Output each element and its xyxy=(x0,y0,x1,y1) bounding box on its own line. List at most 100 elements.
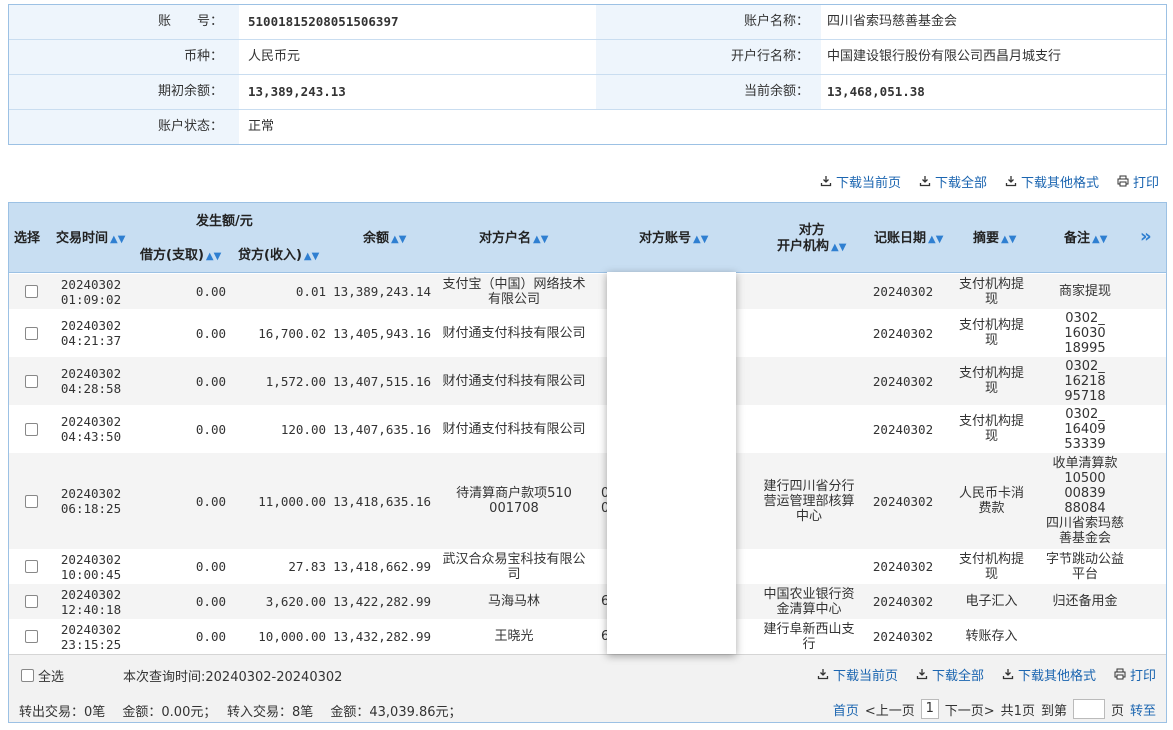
row-summary-text: 支付机构提现 xyxy=(958,276,1024,307)
currency-value: 人民币元 xyxy=(248,49,301,64)
row-cp-bank xyxy=(763,405,855,453)
row-time-text: 20240302 06:18:25 xyxy=(60,486,122,516)
row-credit: 120.00 xyxy=(234,405,326,453)
row-balance: 13,422,282.99 xyxy=(333,584,431,619)
row-debit-text: 0.00 xyxy=(195,325,226,341)
current-page[interactable]: 1 xyxy=(920,699,939,719)
row-select-cell xyxy=(23,357,39,405)
header-credit[interactable]: 贷方(收入) ▲▼ xyxy=(238,248,319,265)
row-note-text: 字节跳动公益平台 xyxy=(1045,551,1124,582)
print-link[interactable]: 打印 xyxy=(1117,172,1159,191)
print-link[interactable]: 打印 xyxy=(1114,665,1156,684)
row-time-text: 20240302 04:43:50 xyxy=(60,414,122,444)
select-all-checkbox[interactable]: 全选 xyxy=(21,666,64,685)
download-page-link[interactable]: 下载当前页 xyxy=(820,172,901,191)
row-balance-text: 13,407,515.16 xyxy=(333,373,431,389)
row-post-date-text: 20240302 xyxy=(872,629,934,644)
row-post-date-text: 20240302 xyxy=(872,373,934,389)
row-cp-name: 马海马林 xyxy=(439,584,589,619)
download-other-link[interactable]: 下载其他格式 xyxy=(1005,172,1099,191)
row-note-text: 0302_ 16409 53339 xyxy=(1064,406,1106,452)
header-summary[interactable]: 摘要 ▲▼ xyxy=(973,231,1016,248)
header-balance[interactable]: 余额 ▲▼ xyxy=(363,231,406,248)
row-note: 归还备用金 xyxy=(1045,584,1125,619)
header-debit[interactable]: 借方(支取) ▲▼ xyxy=(140,248,221,265)
row-debit-text: 0.00 xyxy=(195,559,226,574)
account-name-value: 四川省索玛慈善基金会 xyxy=(827,14,958,29)
account-no-value: 51001815208051506397 xyxy=(248,14,399,29)
row-debit-text: 0.00 xyxy=(195,373,226,389)
row-cp-name: 财付通支付科技有限公司 xyxy=(439,357,589,405)
row-summary-text: 支付机构提现 xyxy=(958,318,1024,348)
row-post-date: 20240302 xyxy=(867,584,939,619)
row-credit: 0.01 xyxy=(234,274,326,309)
row-cp-bank-text: 建行阜新西山支行 xyxy=(763,621,855,652)
row-time-text: 20240302 23:15:25 xyxy=(60,621,122,652)
row-summary: 支付机构提现 xyxy=(954,405,1029,453)
download-all-link[interactable]: 下载全部 xyxy=(919,172,987,191)
row-debit-text: 0.00 xyxy=(195,421,226,437)
current-balance-value: 13,468,051.38 xyxy=(827,84,925,99)
row-cp-bank xyxy=(763,357,855,405)
row-debit: 0.00 xyxy=(139,405,226,453)
header-cp-account[interactable]: 对方账号 ▲▼ xyxy=(639,231,708,248)
transaction-summary: 转出交易：0笔 金额：0.00元； 转入交易：8笔 金额：43,039.86元； xyxy=(19,705,462,720)
row-time: 20240302 12:40:18 xyxy=(49,584,133,619)
row-credit: 16,700.02 xyxy=(234,309,326,357)
row-balance-text: 13,418,662.99 xyxy=(333,559,431,574)
row-time: 20240302 04:28:58 xyxy=(49,357,133,405)
row-cp-bank: 建行阜新西山支行 xyxy=(763,619,855,654)
row-checkbox[interactable] xyxy=(24,595,38,608)
row-checkbox[interactable] xyxy=(24,422,38,436)
header-post-date[interactable]: 记账日期 ▲▼ xyxy=(874,231,943,248)
prev-page-link[interactable]: <上一页 xyxy=(865,700,915,719)
row-summary: 支付机构提现 xyxy=(954,549,1029,584)
row-debit: 0.00 xyxy=(139,309,226,357)
row-cp-name: 武汉合众易宝科技有限公司 xyxy=(439,549,589,584)
first-page-link[interactable]: 首页 xyxy=(833,700,859,719)
download-all-link[interactable]: 下载全部 xyxy=(916,665,984,684)
goto-label: 到第 xyxy=(1040,703,1067,719)
header-cp-name[interactable]: 对方户名 ▲▼ xyxy=(479,231,548,248)
download-other-link[interactable]: 下载其他格式 xyxy=(1002,665,1096,684)
checkbox[interactable] xyxy=(21,669,34,682)
table-row: 20240302 01:09:02 0.00 0.01 13,389,243.14 支付… xyxy=(9,274,1166,309)
row-balance-text: 13,432,282.99 xyxy=(333,629,431,644)
status-value: 正常 xyxy=(248,119,275,134)
row-checkbox[interactable] xyxy=(24,630,38,643)
row-note-text: 0302_ 16030 18995 xyxy=(1064,310,1106,356)
table-row: 20240302 12:40:18 0.00 3,620.00 13,422,282.… xyxy=(9,584,1166,619)
row-checkbox[interactable] xyxy=(24,560,38,573)
row-checkbox[interactable] xyxy=(24,326,38,340)
row-post-date-text: 20240302 xyxy=(872,559,934,574)
download-page-link[interactable]: 下载当前页 xyxy=(817,665,898,684)
row-checkbox[interactable] xyxy=(24,374,38,388)
header-note[interactable]: 备注 ▲▼ xyxy=(1064,231,1107,248)
row-checkbox[interactable] xyxy=(24,494,38,508)
row-cp-name-text: 财付通支付科技有限公司 xyxy=(442,421,586,437)
row-cp-name: 支付宝（中国）网络技术有限公司 xyxy=(439,274,589,309)
info-row-account: 账 号： 51001815208051506397 账户名称： 四川省索玛慈善基… xyxy=(9,5,1166,40)
row-checkbox[interactable] xyxy=(24,285,38,298)
row-post-date-text: 20240302 xyxy=(872,594,934,609)
row-post-date-text: 20240302 xyxy=(872,493,934,509)
sort-icon: ▲▼ xyxy=(693,234,709,245)
row-cp-bank-text: 建行四川省分行营运管理部核算中心 xyxy=(763,478,855,524)
row-debit: 0.00 xyxy=(139,549,226,584)
sort-icon: ▲▼ xyxy=(1092,234,1108,245)
table-row: 20240302 10:00:45 0.00 27.83 13,418,662.99 武… xyxy=(9,549,1166,584)
bottom-toolbar: 下载当前页 下载全部 下载其他格式 打印 xyxy=(817,664,1156,684)
row-time-text: 20240302 04:28:58 xyxy=(60,366,122,396)
status-label: 账户状态： xyxy=(157,119,223,134)
next-page-link[interactable]: 下一页> xyxy=(945,700,995,719)
download-icon xyxy=(919,176,931,187)
row-balance: 13,432,282.99 xyxy=(333,619,431,654)
goto-page-input[interactable] xyxy=(1072,699,1105,719)
expand-columns-icon[interactable]: » xyxy=(1140,228,1152,246)
row-note-text: 收单清算款 10500 00839 88084 四川省索玛慈善基金会 xyxy=(1045,456,1124,546)
row-balance-text: 13,418,635.16 xyxy=(333,493,431,509)
header-time[interactable]: 交易时间 ▲▼ xyxy=(56,231,125,248)
goto-button[interactable]: 转至 xyxy=(1130,700,1156,719)
header-cp-bank[interactable]: 对方 开户机构 ▲▼ xyxy=(777,223,846,256)
row-debit: 0.00 xyxy=(139,357,226,405)
